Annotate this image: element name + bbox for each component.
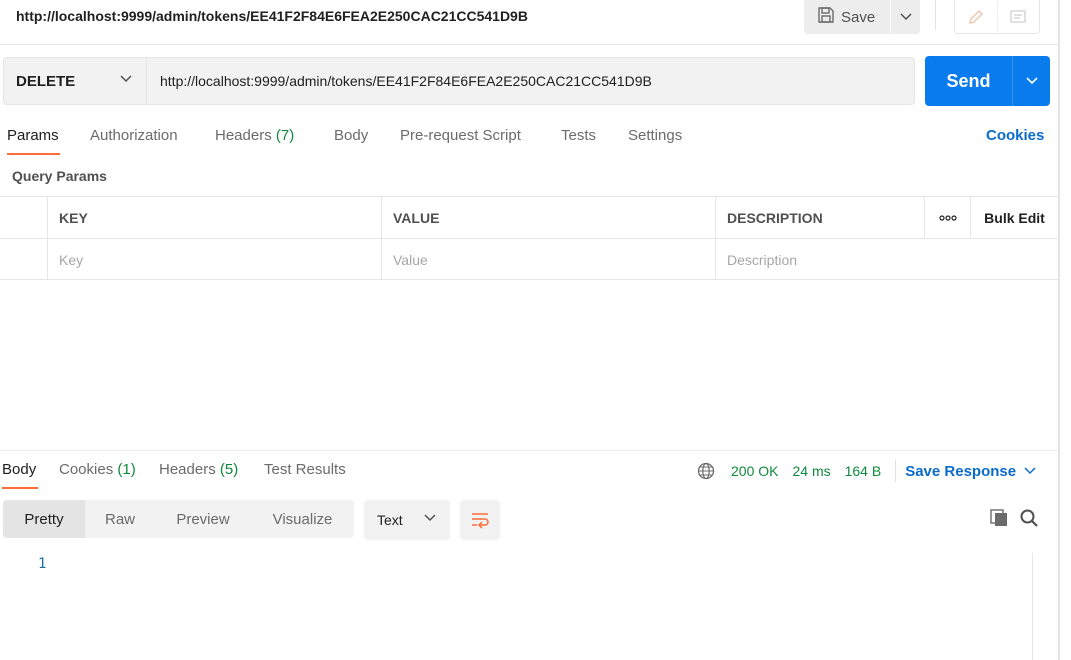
query-params-table: KEY VALUE DESCRIPTION Bulk Edit Key Valu… bbox=[0, 196, 1058, 280]
chevron-down-icon bbox=[899, 13, 912, 21]
response-tab-cookies[interactable]: Cookies (1) bbox=[59, 461, 136, 478]
format-pretty[interactable]: Pretty bbox=[3, 500, 85, 538]
wrap-lines-icon bbox=[472, 513, 489, 529]
response-size[interactable]: 164 B bbox=[845, 463, 882, 479]
method-value: DELETE bbox=[16, 72, 76, 90]
response-tab-headers[interactable]: Headers (5) bbox=[159, 461, 238, 478]
tab-tests[interactable]: Tests bbox=[561, 127, 596, 144]
copy-icon[interactable] bbox=[989, 508, 1009, 531]
response-format-tabs: Pretty Raw Preview Visualize bbox=[3, 500, 354, 538]
pencil-icon[interactable] bbox=[955, 0, 998, 33]
body-type-value: Text bbox=[377, 512, 403, 528]
status-code[interactable]: 200 OK bbox=[731, 463, 778, 479]
search-icon[interactable] bbox=[1019, 508, 1039, 531]
value-input[interactable]: Value bbox=[381, 239, 715, 280]
chevron-down-icon bbox=[424, 514, 436, 522]
column-description: DESCRIPTION bbox=[715, 197, 924, 238]
format-preview[interactable]: Preview bbox=[155, 500, 251, 538]
line-number: 1 bbox=[38, 556, 47, 572]
url-input[interactable]: http://localhost:9999/admin/tokens/EE41F… bbox=[147, 57, 915, 105]
column-value: VALUE bbox=[381, 197, 715, 238]
tab-authorization[interactable]: Authorization bbox=[90, 127, 178, 144]
save-response-button[interactable]: Save Response bbox=[905, 463, 1036, 480]
table-row: Key Value Description bbox=[0, 239, 1058, 281]
globe-icon[interactable] bbox=[697, 462, 715, 480]
description-input[interactable]: Description bbox=[715, 239, 1058, 280]
chevron-down-icon bbox=[120, 75, 132, 83]
body-type-select[interactable]: Text bbox=[364, 500, 450, 540]
response-divider bbox=[0, 450, 1058, 451]
right-rail bbox=[1058, 0, 1060, 660]
save-label: Save bbox=[841, 8, 876, 26]
method-select[interactable]: DELETE bbox=[3, 57, 147, 105]
side-icon-group bbox=[954, 0, 1040, 34]
tab-headers[interactable]: Headers (7) bbox=[215, 127, 294, 144]
response-tab-body[interactable]: Body bbox=[2, 461, 36, 478]
active-response-tab-indicator bbox=[2, 487, 38, 489]
format-visualize[interactable]: Visualize bbox=[251, 500, 354, 538]
format-raw[interactable]: Raw bbox=[85, 500, 155, 538]
wrap-lines-button[interactable] bbox=[460, 500, 500, 540]
tab-params[interactable]: Params bbox=[7, 127, 59, 144]
response-scrollbar[interactable] bbox=[1032, 553, 1050, 660]
response-time[interactable]: 24 ms bbox=[792, 463, 830, 479]
chevron-down-icon bbox=[1025, 77, 1038, 85]
request-title[interactable]: http://localhost:9999/admin/tokens/EE41F… bbox=[16, 8, 528, 24]
tab-pre-request-script[interactable]: Pre-request Script bbox=[400, 127, 521, 144]
more-options-icon[interactable] bbox=[924, 197, 970, 238]
table-header-row: KEY VALUE DESCRIPTION Bulk Edit bbox=[0, 197, 1058, 239]
send-button[interactable]: Send bbox=[925, 56, 1012, 106]
status-divider bbox=[895, 460, 897, 482]
bulk-edit-button[interactable]: Bulk Edit bbox=[970, 197, 1058, 238]
key-input[interactable]: Key bbox=[47, 239, 381, 280]
save-button[interactable]: Save bbox=[804, 0, 890, 34]
tab-settings[interactable]: Settings bbox=[628, 127, 682, 144]
toolbar-divider bbox=[935, 0, 936, 30]
query-params-label: Query Params bbox=[12, 168, 107, 184]
cookies-link[interactable]: Cookies bbox=[986, 127, 1044, 144]
send-options-button[interactable] bbox=[1012, 56, 1050, 106]
response-meta: 200 OK 24 ms 164 B Save Response bbox=[697, 460, 1036, 482]
save-options-button[interactable] bbox=[891, 0, 920, 34]
active-tab-indicator bbox=[7, 153, 60, 155]
comment-icon[interactable] bbox=[998, 0, 1040, 33]
save-icon bbox=[817, 6, 835, 28]
tab-body[interactable]: Body bbox=[334, 127, 368, 144]
chevron-down-icon bbox=[1024, 467, 1036, 475]
column-key: KEY bbox=[47, 197, 381, 238]
response-tab-test-results[interactable]: Test Results bbox=[264, 461, 346, 478]
